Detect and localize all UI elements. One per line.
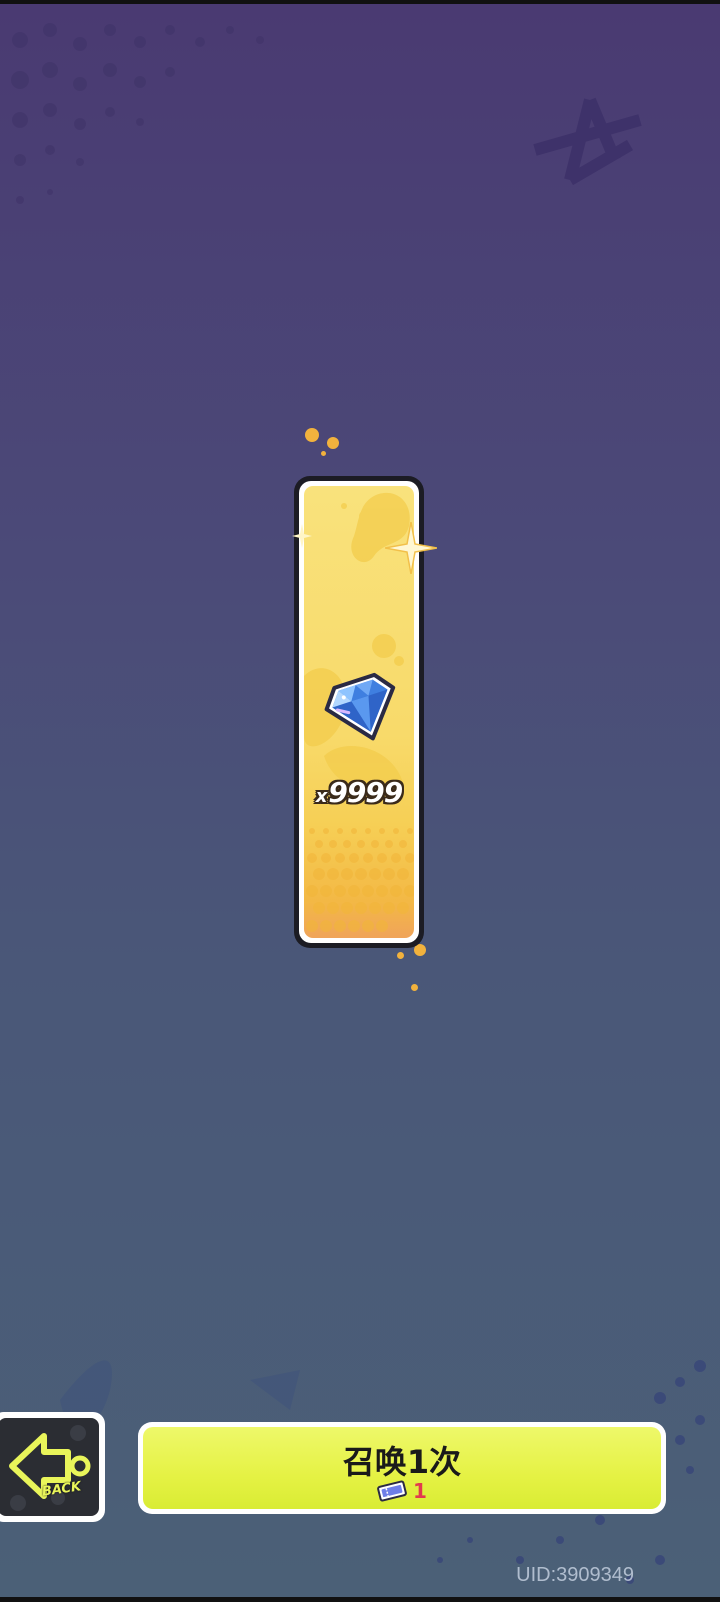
back-arrow-icon (9, 1425, 91, 1511)
quantity-prefix: x (315, 786, 328, 807)
quantity-value: 9999 (328, 776, 403, 809)
summon-button-face: 召唤1次 1 (143, 1427, 661, 1509)
sparkle-orb (397, 952, 404, 959)
diamond-gem-icon (324, 672, 396, 741)
summon-once-button[interactable]: 召唤1次 1 (138, 1422, 666, 1514)
sparkle-orb (321, 451, 326, 456)
back-button-face: BACK (0, 1418, 99, 1516)
sparkle-icon (292, 524, 312, 548)
bottom-edge (0, 1597, 720, 1602)
sparkle-orb (327, 437, 339, 449)
star-watermark-icon (533, 97, 642, 186)
user-id-label: UID:3909349 (516, 1564, 634, 1586)
sparkle-orb (305, 428, 319, 442)
back-button[interactable]: BACK (0, 1412, 105, 1522)
summon-cost: 1 (143, 1479, 661, 1503)
top-edge (0, 0, 720, 4)
sparkle-orb (411, 984, 418, 991)
summon-cost-value: 1 (413, 1479, 427, 1503)
summon-label: 召唤1次 (342, 1443, 462, 1481)
reward-quantity: x9999 (304, 776, 414, 809)
summon-ticket-icon (377, 1480, 407, 1502)
sparkle-icon (385, 522, 437, 574)
